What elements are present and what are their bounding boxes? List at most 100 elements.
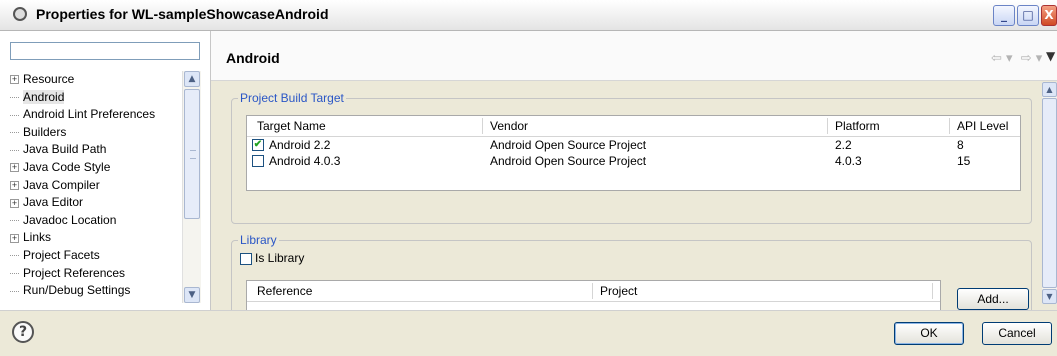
maximize-button[interactable]: □ [1017, 5, 1039, 26]
tree-item-label: Android [23, 89, 65, 104]
build-target-table: Target Name Vendor Platform API Level ✔ … [246, 115, 1021, 191]
column-divider [592, 283, 593, 299]
expand-icon[interactable]: + [10, 75, 19, 85]
tree-connector [10, 96, 19, 98]
tree-item[interactable]: + Java Compiler [10, 177, 100, 194]
expand-icon[interactable]: + [10, 163, 19, 173]
scroll-thumb[interactable] [184, 89, 200, 219]
tree-item[interactable]: Javadoc Location [10, 212, 116, 229]
expand-icon[interactable]: + [10, 180, 19, 190]
page-header: Android ⇦ ▾ ⇨ ▾ ▼ [211, 31, 1057, 81]
history-nav: ⇦ ▾ ⇨ ▾ [991, 51, 1046, 66]
table-header: Target Name Vendor Platform API Level [247, 116, 1020, 137]
column-divider [482, 118, 483, 134]
tree-item-label: Run/Debug Settings [23, 283, 131, 298]
help-icon[interactable]: ? [12, 321, 34, 343]
tree-connector [10, 255, 19, 257]
tree-connector [10, 149, 19, 151]
app-icon [13, 7, 27, 21]
column-header[interactable]: Platform [835, 119, 880, 133]
tree-item-label: Java Compiler [23, 177, 100, 192]
page-scrollbar[interactable]: ▲ ▼ [1042, 82, 1057, 304]
close-button[interactable]: X [1041, 5, 1057, 26]
table-row[interactable]: ✔ Android 2.2 Android Open Source Projec… [247, 137, 1020, 153]
tree-item-label: Resource [23, 72, 75, 86]
add-library-button[interactable]: Add... [957, 288, 1029, 310]
target-api: 15 [957, 154, 971, 168]
tree-item-label: Project References [23, 265, 126, 280]
button-bar: ? OK Cancel [0, 310, 1057, 356]
target-checkbox[interactable]: ✔ [252, 139, 264, 151]
properties-page: Android ⇦ ▾ ⇨ ▾ ▼ Project Build Target T… [211, 31, 1057, 320]
tree-item[interactable]: Project Facets [10, 247, 100, 264]
filter-field[interactable] [10, 42, 200, 60]
target-vendor: Android Open Source Project [490, 154, 647, 168]
column-header[interactable]: API Level [957, 119, 1008, 133]
build-target-legend: Project Build Target [238, 91, 346, 105]
column-divider [932, 283, 933, 299]
tree-item-label: Java Code Style [23, 160, 111, 174]
page-title: Android [226, 50, 280, 66]
column-header[interactable]: Target Name [257, 119, 326, 133]
window-title: Properties for WL-sampleShowcaseAndroid [36, 6, 329, 22]
tree-connector [10, 220, 19, 222]
scroll-down-icon[interactable]: ▼ [184, 287, 200, 303]
tree-item-label: Project Facets [23, 248, 100, 262]
expand-icon[interactable]: + [10, 233, 19, 243]
library-group: Library Is Library Reference Project Add… [231, 233, 1032, 320]
target-api: 8 [957, 138, 964, 152]
tree-item[interactable]: Builders [10, 124, 66, 141]
tree-item-label: Java Build Path [23, 142, 107, 157]
scroll-down-icon[interactable]: ▼ [1042, 289, 1057, 304]
target-vendor: Android Open Source Project [490, 138, 647, 152]
tree-scrollbar[interactable]: ▲ ▼ [182, 71, 201, 303]
tree-connector [10, 132, 19, 134]
back-arrow-icon[interactable]: ⇦ ▾ [991, 51, 1013, 66]
grip-icon [190, 150, 196, 159]
scroll-thumb[interactable] [1042, 98, 1057, 288]
property-tree: + Resource Android Android Lint Preferences… [10, 71, 182, 311]
forward-arrow-icon[interactable]: ⇨ ▾ [1021, 51, 1043, 66]
column-header[interactable]: Project [600, 284, 637, 298]
tree-connector [10, 290, 19, 292]
navigation-pane: + Resource Android Android Lint Preferences… [0, 31, 211, 310]
ok-button[interactable]: OK [894, 322, 964, 345]
target-platform: 2.2 [835, 138, 852, 152]
is-library-checkbox[interactable] [240, 252, 252, 265]
tree-item[interactable]: Android [10, 89, 65, 106]
tree-item-label: Android Lint Preferences [23, 107, 156, 122]
target-name: Android 4.0.3 [269, 154, 341, 168]
build-target-group: Project Build Target Target Name Vendor … [231, 91, 1032, 224]
column-header[interactable]: Vendor [490, 119, 528, 133]
view-menu-icon[interactable]: ▼ [1046, 49, 1055, 63]
tree-item-label: Java Editor [23, 195, 84, 210]
target-platform: 4.0.3 [835, 154, 862, 168]
scroll-up-icon[interactable]: ▲ [1042, 82, 1057, 97]
tree-item[interactable]: Java Build Path [10, 141, 106, 158]
column-divider [827, 118, 828, 134]
tree-item[interactable]: Project References [10, 265, 125, 282]
tree-item-label: Javadoc Location [23, 212, 117, 227]
target-checkbox[interactable] [252, 155, 264, 167]
tree-item[interactable]: + Java Code Style [10, 159, 110, 176]
is-library-label: Is Library [255, 251, 305, 265]
target-name: Android 2.2 [269, 138, 331, 152]
tree-connector [10, 272, 19, 274]
tree-item[interactable]: Android Lint Preferences [10, 106, 155, 123]
tree-item-label: Builders [23, 124, 67, 139]
tree-item[interactable]: + Java Editor [10, 194, 83, 211]
expand-icon[interactable]: + [10, 198, 19, 208]
tree-item[interactable]: + Resource [10, 71, 74, 88]
cancel-button[interactable]: Cancel [982, 322, 1052, 345]
filter-input[interactable] [14, 44, 194, 58]
column-header[interactable]: Reference [257, 284, 312, 298]
title-bar: Properties for WL-sampleShowcaseAndroid … [0, 0, 1057, 31]
is-library-option[interactable]: Is Library [240, 251, 304, 265]
minimize-button[interactable]: _ [993, 5, 1015, 26]
table-row[interactable]: Android 4.0.3 Android Open Source Projec… [247, 153, 1020, 169]
tree-item[interactable]: + Links [10, 229, 51, 246]
library-legend: Library [238, 233, 279, 247]
scroll-up-icon[interactable]: ▲ [184, 71, 200, 87]
tree-item-label: Links [23, 230, 52, 245]
tree-item[interactable]: Run/Debug Settings [10, 282, 130, 299]
